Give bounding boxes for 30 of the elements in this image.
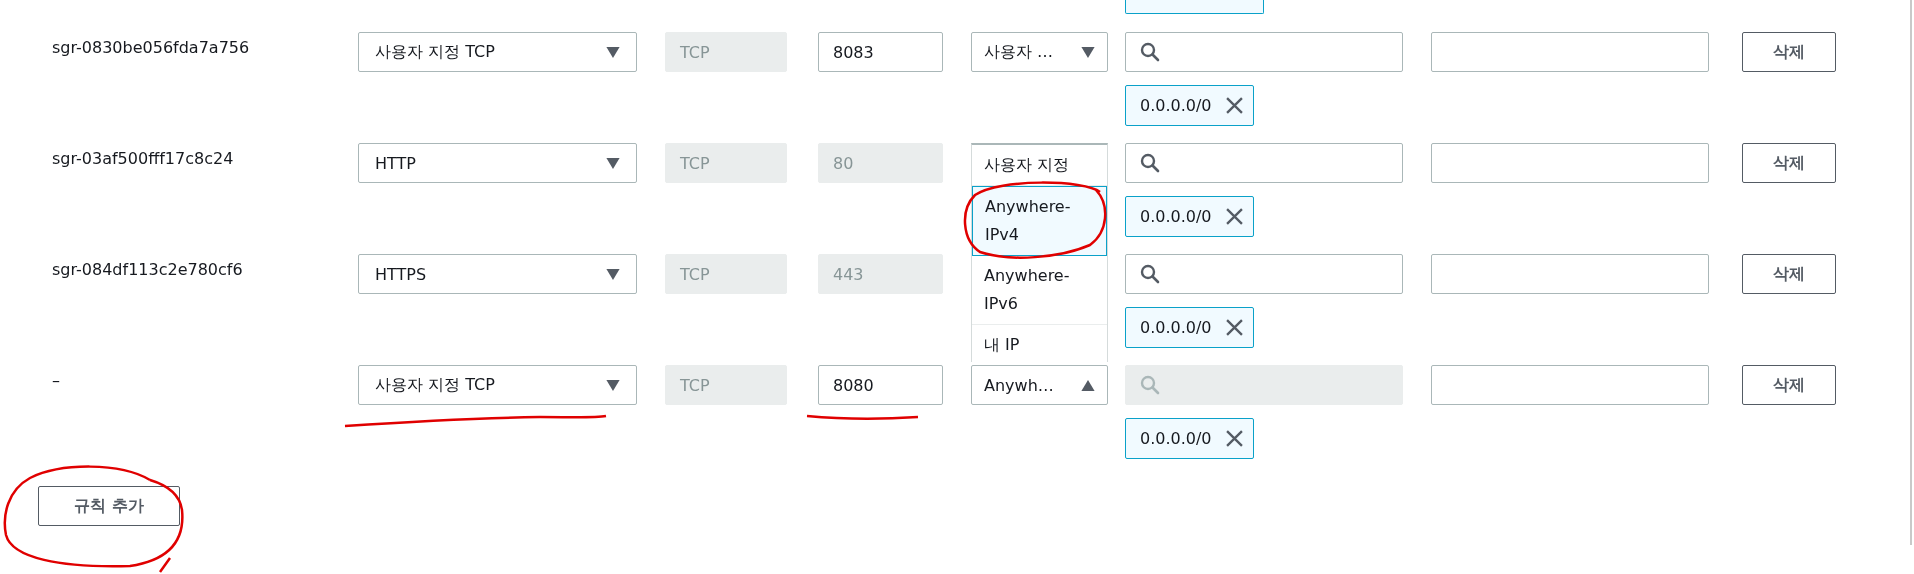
port-field[interactable]: 8083 bbox=[818, 32, 943, 72]
source-select[interactable]: 사용자 … bbox=[971, 32, 1108, 72]
add-rule-button[interactable]: 규칙 추가 bbox=[38, 486, 180, 526]
delete-button[interactable]: 삭제 bbox=[1742, 254, 1836, 294]
delete-button[interactable]: 삭제 bbox=[1742, 143, 1836, 183]
delete-button[interactable]: 삭제 bbox=[1742, 365, 1836, 405]
protocol-field: TCP bbox=[665, 143, 787, 183]
type-select[interactable]: 사용자 지정 TCP bbox=[358, 365, 637, 405]
menu-item[interactable]: Anywhere-IPv6 bbox=[972, 256, 1107, 325]
port-field[interactable]: 8080 bbox=[818, 365, 943, 405]
type-select[interactable]: HTTPS bbox=[358, 254, 637, 294]
tag-label: 0.0.0.0/0 bbox=[1140, 96, 1212, 115]
type-select[interactable]: 사용자 지정 TCP bbox=[358, 32, 637, 72]
port-field: 80 bbox=[818, 143, 943, 183]
rule-id: sgr-0830be056fda7a756 bbox=[51, 37, 251, 57]
protocol-field: TCP bbox=[665, 32, 787, 72]
menu-item[interactable]: Anywhere-IPv4 bbox=[972, 186, 1107, 256]
rule-id: sgr-084df113c2e780cf6 bbox=[51, 259, 244, 279]
rule-id: – bbox=[51, 370, 61, 390]
menu-item[interactable]: 내 IP bbox=[972, 325, 1107, 362]
source-select[interactable]: Anywh… bbox=[971, 365, 1108, 405]
protocol-field: TCP bbox=[665, 254, 787, 294]
type-select[interactable]: HTTP bbox=[358, 143, 637, 183]
port-field: 443 bbox=[818, 254, 943, 294]
protocol-field: TCP bbox=[665, 365, 787, 405]
tag-label: 0.0.0.0/0 bbox=[1140, 318, 1212, 337]
rule-id: sgr-03af500fff17c8c24 bbox=[51, 148, 235, 168]
tag-label: 0.0.0.0/0 bbox=[1140, 429, 1212, 448]
tag-label: 0.0.0.0/0 bbox=[1140, 207, 1212, 226]
delete-button[interactable]: 삭제 bbox=[1742, 32, 1836, 72]
